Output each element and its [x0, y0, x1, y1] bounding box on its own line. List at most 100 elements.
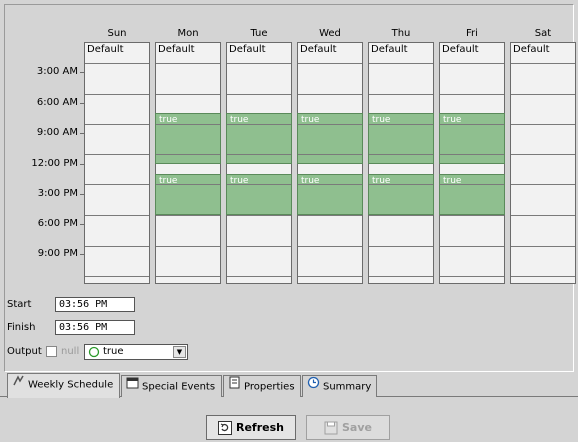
tab-label: Summary — [323, 381, 372, 393]
time-tick — [80, 133, 84, 134]
grid-line — [440, 246, 504, 247]
grid-line — [85, 124, 149, 125]
grid-line — [440, 94, 504, 95]
day-column-mon[interactable]: Default true true — [155, 42, 221, 284]
finish-time-field[interactable]: 03:56 PM — [55, 320, 135, 335]
default-label: Default — [87, 44, 124, 55]
schedule-block[interactable]: true — [297, 113, 363, 164]
tab-summary[interactable]: Summary — [302, 375, 377, 397]
grid-line — [227, 246, 291, 247]
day-column-thu[interactable]: Default true true — [368, 42, 434, 284]
grid-line — [511, 215, 575, 216]
grid-line — [156, 246, 220, 247]
time-label: 12:00 PM — [31, 158, 78, 169]
grid-line — [227, 154, 291, 155]
grid-line — [369, 215, 433, 216]
grid-line — [156, 184, 220, 185]
grid-line — [227, 94, 291, 95]
grid-line — [440, 276, 504, 277]
time-tick — [80, 224, 84, 225]
floppy-icon — [324, 421, 338, 435]
tab-special-events[interactable]: Special Events — [121, 375, 222, 397]
grid-line — [298, 215, 362, 216]
grid-line — [298, 124, 362, 125]
day-column-wed[interactable]: Default true true — [297, 42, 363, 284]
null-checkbox[interactable] — [46, 346, 57, 357]
grid-line — [440, 124, 504, 125]
time-label: 9:00 AM — [36, 127, 78, 138]
grid-line — [85, 154, 149, 155]
output-select[interactable]: true ▼ — [84, 344, 188, 360]
tab-label: Weekly Schedule — [28, 379, 114, 391]
start-time-field[interactable]: 03:56 PM — [55, 297, 135, 312]
grid-line — [511, 246, 575, 247]
day-header-sat: Sat — [534, 28, 552, 39]
grid-line — [511, 276, 575, 277]
schedule-block[interactable]: true — [226, 113, 292, 164]
time-label: 6:00 PM — [37, 218, 78, 229]
chevron-down-icon[interactable]: ▼ — [173, 346, 186, 358]
grid-line — [511, 63, 575, 64]
day-column-sat[interactable]: Default — [510, 42, 576, 284]
save-label: Save — [342, 421, 372, 434]
schedule-block[interactable]: true — [368, 113, 434, 164]
default-label: Default — [300, 44, 337, 55]
output-label: Output — [7, 346, 42, 357]
schedule-block[interactable]: true — [439, 113, 505, 164]
grid-line — [85, 184, 149, 185]
time-label: 9:00 PM — [37, 248, 78, 259]
grid-line — [298, 63, 362, 64]
grid-line — [369, 124, 433, 125]
default-label: Default — [442, 44, 479, 55]
grid-line — [85, 215, 149, 216]
day-column-tue[interactable]: Default true true — [226, 42, 292, 284]
grid-line — [156, 94, 220, 95]
time-tick — [80, 164, 84, 165]
schedule-block[interactable]: true — [297, 174, 363, 215]
time-tick — [80, 72, 84, 73]
grid-line — [369, 63, 433, 64]
grid-line — [156, 276, 220, 277]
grid-line — [298, 94, 362, 95]
grid-line — [440, 154, 504, 155]
tab-weekly-schedule[interactable]: Weekly Schedule — [7, 373, 120, 398]
grid-line — [440, 63, 504, 64]
grid-line — [227, 184, 291, 185]
grid-line — [369, 246, 433, 247]
grid-line — [369, 94, 433, 95]
tab-label: Special Events — [142, 381, 216, 393]
default-label: Default — [158, 44, 195, 55]
grid-line — [85, 246, 149, 247]
day-column-fri[interactable]: Default true true — [439, 42, 505, 284]
start-label: Start — [7, 299, 32, 310]
schedule-block[interactable]: true — [368, 174, 434, 215]
save-button[interactable]: Save — [306, 415, 390, 440]
tab-bar: Weekly Schedule Special Events Propertie… — [0, 373, 578, 398]
grid-line — [369, 276, 433, 277]
day-column-sun[interactable]: Default — [84, 42, 150, 284]
calendar-icon — [126, 376, 140, 397]
tab-label: Properties — [244, 381, 295, 393]
day-header-tue: Tue — [250, 28, 268, 39]
time-tick — [80, 103, 84, 104]
grid-line — [369, 154, 433, 155]
grid-line — [511, 154, 575, 155]
default-label: Default — [229, 44, 266, 55]
clock-icon — [307, 376, 321, 397]
schedule-block[interactable]: true — [155, 113, 221, 164]
schedule-block[interactable]: true — [155, 174, 221, 215]
document-icon — [228, 376, 242, 397]
default-label: Default — [513, 44, 550, 55]
grid-line — [511, 124, 575, 125]
tab-properties[interactable]: Properties — [223, 375, 301, 397]
schedule-block[interactable]: true — [439, 174, 505, 215]
grid-line — [227, 276, 291, 277]
time-tick — [80, 194, 84, 195]
schedule-block[interactable]: true — [226, 174, 292, 215]
schedule-icon — [12, 374, 26, 395]
grid-line — [440, 215, 504, 216]
time-label: 6:00 AM — [36, 97, 78, 108]
refresh-button[interactable]: Refresh — [206, 415, 296, 440]
grid-line — [85, 276, 149, 277]
finish-label: Finish — [7, 322, 36, 333]
